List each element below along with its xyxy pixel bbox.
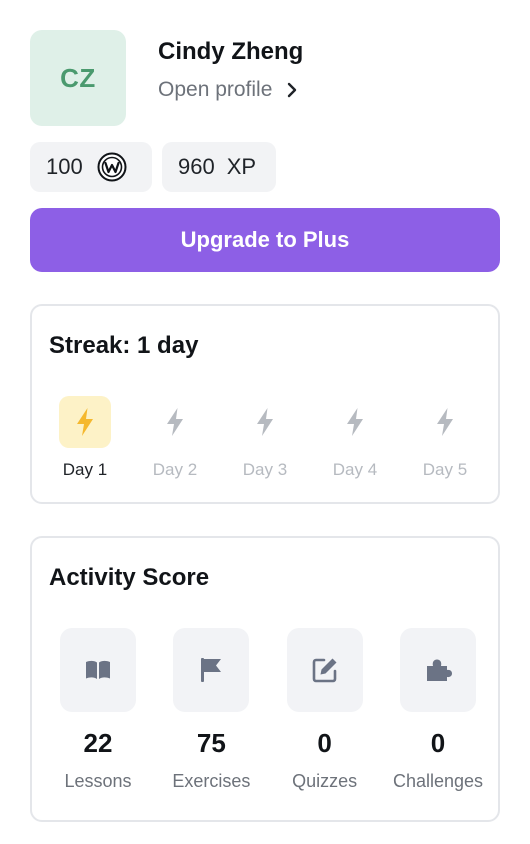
stat-value: 75 (196, 728, 226, 758)
chevron-right-icon (286, 81, 300, 99)
streak-card: Streak: 1 day Day 1 Day 2 Day 3 Day 4 Da… (30, 304, 500, 504)
open-profile-label: Open profile (158, 78, 273, 101)
stat-label: Exercises (172, 771, 251, 791)
stat-label: Challenges (392, 771, 484, 791)
streak-day-label: Day 2 (152, 460, 198, 479)
xp-chip[interactable]: 960 XP (162, 142, 276, 192)
lightning-icon (329, 396, 381, 448)
streak-day-1: Day 1 (40, 396, 130, 480)
streak-title: Streak: 1 day (49, 332, 199, 359)
streak-day-label: Day 5 (422, 460, 468, 479)
book-icon (60, 628, 136, 712)
stat-lessons[interactable]: 22 Lessons (46, 628, 150, 792)
coins-chip[interactable]: 100 (30, 142, 152, 192)
stats-chips: 100 960 XP (30, 142, 276, 192)
xp-unit: XP (226, 154, 257, 179)
profile-name: Cindy Zheng (158, 38, 304, 65)
stat-challenges[interactable]: 0 Challenges (386, 628, 490, 792)
streak-day-2: Day 2 (130, 396, 220, 480)
avatar[interactable]: CZ (30, 30, 126, 126)
stat-label: Quizzes (292, 771, 358, 791)
streak-day-label: Day 1 (62, 460, 108, 479)
stat-value: 0 (430, 728, 446, 758)
stat-exercises[interactable]: 75 Exercises (159, 628, 263, 792)
streak-day-label: Day 3 (242, 460, 288, 479)
lightning-icon (59, 396, 111, 448)
stat-value: 22 (83, 728, 113, 758)
xp-value: 960 (178, 154, 215, 179)
streak-day-4: Day 4 (310, 396, 400, 480)
upgrade-button[interactable]: Upgrade to Plus (30, 208, 500, 272)
streak-days: Day 1 Day 2 Day 3 Day 4 Day 5 (32, 396, 498, 480)
coins-value: 100 (46, 154, 83, 179)
profile-panel: CZ Cindy Zheng Open profile 100 960 XP U… (0, 0, 530, 844)
open-profile-link[interactable]: Open profile (158, 78, 303, 102)
stat-value: 0 (317, 728, 332, 758)
profile-header: CZ Cindy Zheng Open profile (30, 30, 303, 126)
streak-day-label: Day 4 (332, 460, 378, 479)
stat-quizzes[interactable]: 0 Quizzes (273, 628, 377, 792)
edit-icon (286, 628, 363, 712)
activity-title: Activity Score (49, 564, 210, 591)
profile-info: Cindy Zheng Open profile (158, 30, 303, 102)
coin-icon (97, 152, 127, 182)
streak-day-3: Day 3 (220, 396, 310, 480)
stat-label: Lessons (64, 771, 132, 791)
flag-icon (173, 628, 250, 712)
lightning-icon (149, 396, 201, 448)
activity-stats: 22 Lessons 75 Exercises 0 Quizzes 0 Chal… (32, 628, 498, 792)
lightning-icon (419, 396, 471, 448)
streak-day-5: Day 5 (400, 396, 490, 480)
puzzle-icon (399, 628, 476, 712)
lightning-icon (239, 396, 291, 448)
activity-card: Activity Score 22 Lessons 75 Exercises 0… (30, 536, 500, 822)
